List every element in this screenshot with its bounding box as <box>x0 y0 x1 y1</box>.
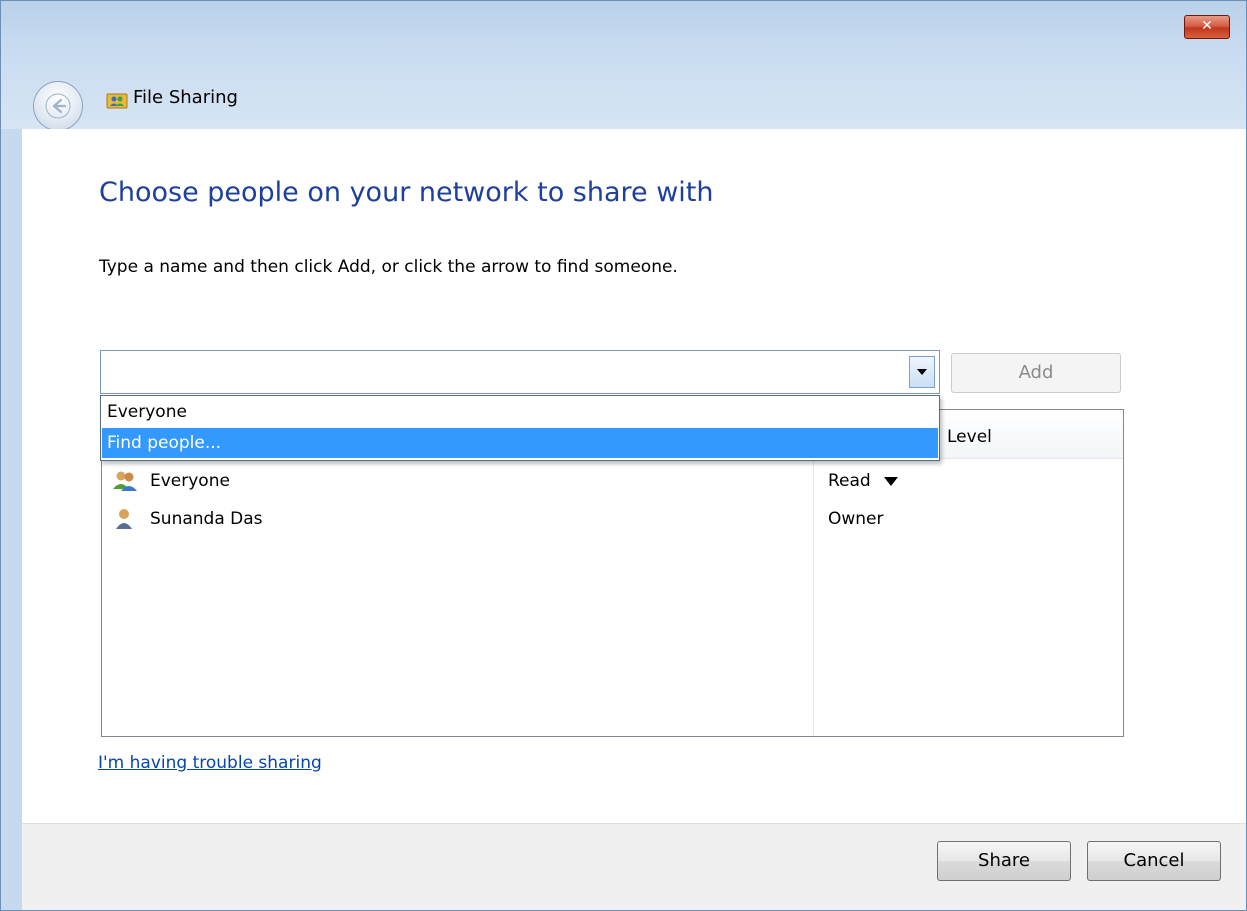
row-name: Everyone <box>150 471 230 491</box>
cancel-button[interactable]: Cancel <box>1087 841 1221 881</box>
dropdown-arrow-button[interactable] <box>909 356 935 388</box>
row-name: Sunanda Das <box>150 509 263 529</box>
page-heading: Choose people on your network to share w… <box>99 177 714 208</box>
back-arrow-icon <box>45 93 71 119</box>
content-area: Choose people on your network to share w… <box>22 129 1246 823</box>
back-button[interactable] <box>33 81 83 131</box>
dropdown-item-everyone[interactable]: Everyone <box>102 397 938 427</box>
dialog-footer: Share Cancel <box>22 823 1246 910</box>
window-title: File Sharing <box>133 87 238 108</box>
trouble-sharing-link[interactable]: I'm having trouble sharing <box>98 753 322 773</box>
chevron-down-icon <box>884 476 899 486</box>
share-button[interactable]: Share <box>937 841 1071 881</box>
file-sharing-window: ✕ File Sharing Choose people on your net… <box>0 0 1247 911</box>
dropdown-item-find-people[interactable]: Find people... <box>102 428 938 458</box>
list-row-owner[interactable]: Sunanda Das Owner <box>102 503 1123 537</box>
close-button[interactable]: ✕ <box>1184 15 1230 39</box>
permission-level-value: Read <box>828 471 871 491</box>
permission-level-column-header[interactable]: Level <box>947 427 992 447</box>
group-icon <box>113 471 137 491</box>
title-bar: ✕ File Sharing <box>1 1 1246 131</box>
add-button[interactable]: Add <box>951 353 1121 393</box>
name-combobox[interactable] <box>100 350 940 394</box>
chevron-down-icon <box>917 369 927 375</box>
name-input[interactable] <box>105 355 899 391</box>
user-icon <box>116 509 132 529</box>
list-row-everyone[interactable]: Everyone Read <box>102 465 1123 499</box>
people-dropdown-list: Everyone Find people... <box>100 395 940 461</box>
close-icon: ✕ <box>1201 18 1213 34</box>
permission-level-dropdown[interactable]: Read <box>828 471 899 491</box>
instructions-text: Type a name and then click Add, or click… <box>99 257 678 277</box>
file-sharing-icon <box>106 93 128 109</box>
permission-level-value: Owner <box>828 509 884 529</box>
